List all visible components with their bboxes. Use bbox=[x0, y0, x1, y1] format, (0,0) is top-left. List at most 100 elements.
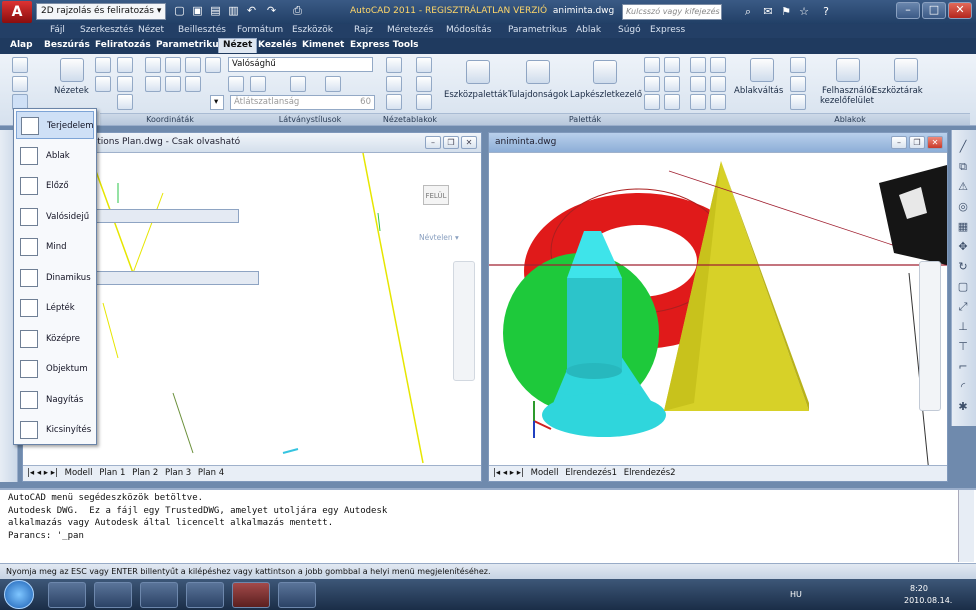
extend-icon[interactable]: ⊤ bbox=[956, 340, 970, 354]
tab-express-tools[interactable]: Express Tools bbox=[350, 40, 419, 50]
tab-modell-left[interactable]: Modell bbox=[65, 468, 93, 478]
ucs-icon[interactable] bbox=[95, 57, 111, 73]
tab-kezeles[interactable]: Kezelés bbox=[258, 40, 297, 50]
autocad-logo-icon[interactable]: A bbox=[2, 1, 32, 23]
clock-date[interactable]: 2010.08.14. bbox=[904, 596, 952, 605]
edge-icon[interactable] bbox=[228, 76, 244, 92]
navbar-right[interactable] bbox=[919, 261, 941, 411]
viewport-left-view-label[interactable]: Névtelen ▾ bbox=[419, 233, 459, 242]
zoom-dynamic-item[interactable]: Dinamikus bbox=[16, 264, 94, 292]
trim-icon[interactable]: ⊥ bbox=[956, 320, 970, 334]
ucs-3point-icon[interactable] bbox=[145, 76, 161, 92]
viewport-right[interactable]: animinta.dwg – ❐ ✕ |◂ ◂ ▸ ▸| Modell Elre… bbox=[488, 132, 948, 482]
start-button[interactable] bbox=[4, 580, 34, 609]
tile-v-icon[interactable] bbox=[790, 76, 806, 92]
exchange-icon[interactable]: ⚑ bbox=[778, 4, 794, 20]
viewcube-left[interactable]: FELÜL bbox=[409, 171, 463, 231]
viewport-right-minimize[interactable]: – bbox=[891, 136, 907, 149]
palette-i-icon[interactable] bbox=[644, 94, 660, 110]
palette-b-icon[interactable] bbox=[664, 57, 680, 73]
media-taskbar-icon[interactable] bbox=[140, 582, 178, 608]
viewport-join-icon[interactable] bbox=[386, 76, 402, 92]
visual-style-select[interactable]: Valósághű bbox=[228, 57, 373, 72]
tab-plan4[interactable]: Plan 4 bbox=[198, 468, 224, 478]
minimize-button[interactable]: – bbox=[896, 2, 920, 19]
communication-icon[interactable]: ✉ bbox=[760, 4, 776, 20]
menu-express[interactable]: Express bbox=[650, 25, 685, 35]
user-interface-label2[interactable]: kezelőfelület bbox=[820, 96, 874, 106]
viewport-left-minimize[interactable]: – bbox=[425, 136, 441, 149]
ucs-face-icon[interactable] bbox=[185, 57, 201, 73]
shadow-icon[interactable] bbox=[250, 76, 266, 92]
line-icon[interactable]: ╱ bbox=[956, 140, 970, 154]
tab-plan2[interactable]: Plan 2 bbox=[132, 468, 158, 478]
zoom-out-item[interactable]: Kicsinyítés bbox=[16, 416, 94, 444]
explode-icon[interactable]: ✱ bbox=[956, 400, 970, 414]
menu-nezet[interactable]: Nézet bbox=[138, 25, 164, 35]
palette-h-icon[interactable] bbox=[710, 76, 726, 92]
tile-h-icon[interactable] bbox=[790, 57, 806, 73]
menu-modositas[interactable]: Módosítás bbox=[446, 25, 491, 35]
menu-ablak[interactable]: Ablak bbox=[576, 25, 601, 35]
binoculars-icon[interactable]: ⌕ bbox=[740, 4, 756, 20]
palette-d-icon[interactable] bbox=[710, 57, 726, 73]
viewport-right-restore[interactable]: ❐ bbox=[909, 136, 925, 149]
palette-c-icon[interactable] bbox=[690, 57, 706, 73]
ucs-z-icon[interactable] bbox=[145, 57, 161, 73]
floating-toolbar-zoom[interactable] bbox=[83, 271, 259, 285]
navbar-left[interactable] bbox=[453, 261, 475, 381]
viewport-right-close[interactable]: ✕ bbox=[927, 136, 943, 149]
workspace-select[interactable]: 2D rajzolás és feliratozás ▾ bbox=[36, 3, 166, 20]
zoom-all-item[interactable]: Mind bbox=[16, 233, 94, 261]
save-icon[interactable]: ▤ bbox=[208, 3, 223, 19]
viewport-named-icon[interactable] bbox=[416, 57, 432, 73]
switch-windows-label[interactable]: Ablakváltás bbox=[734, 86, 783, 96]
floating-toolbar-1[interactable] bbox=[83, 209, 239, 223]
saveas-icon[interactable]: ▥ bbox=[226, 3, 241, 19]
tab-elrendezes1[interactable]: Elrendezés1 bbox=[565, 468, 617, 478]
viewport-left-restore[interactable]: ❐ bbox=[443, 136, 459, 149]
new-icon[interactable]: ▢ bbox=[172, 3, 187, 19]
tab-beszuras[interactable]: Beszúrás bbox=[44, 40, 90, 50]
zoom-extents-item[interactable]: Terjedelem bbox=[16, 111, 94, 139]
command-scrollbar[interactable] bbox=[958, 490, 974, 562]
properties-icon[interactable] bbox=[526, 60, 550, 84]
viewport-config-icon[interactable] bbox=[386, 57, 402, 73]
face-icon[interactable] bbox=[325, 76, 341, 92]
scale-icon[interactable]: ▢ bbox=[956, 280, 970, 294]
ie-taskbar-icon[interactable] bbox=[48, 582, 86, 608]
model-3d-canvas[interactable] bbox=[489, 153, 947, 465]
copy-icon[interactable]: ⧉ bbox=[956, 160, 970, 174]
viewport-left-close[interactable]: ✕ bbox=[461, 136, 477, 149]
zoom-object-item[interactable]: Objektum bbox=[16, 355, 94, 383]
orbit-icon[interactable] bbox=[12, 76, 28, 92]
fillet-icon[interactable]: ◜ bbox=[956, 380, 970, 394]
menu-eszkozok[interactable]: Eszközök bbox=[292, 25, 333, 35]
favorites-icon[interactable]: ☆ bbox=[796, 4, 812, 20]
palette-k-icon[interactable] bbox=[690, 94, 706, 110]
stretch-icon[interactable]: ⤢ bbox=[956, 300, 970, 314]
views-label[interactable]: Nézetek bbox=[54, 86, 89, 96]
tab-nav-arrows[interactable]: |◂ ◂ ▸ ▸| bbox=[27, 468, 58, 478]
tab-nav-arrows-right[interactable]: |◂ ◂ ▸ ▸| bbox=[493, 468, 524, 478]
array-icon[interactable]: ▦ bbox=[956, 220, 970, 234]
tab-modell-right[interactable]: Modell bbox=[531, 468, 559, 478]
user-interface-label[interactable]: Felhasználói bbox=[822, 86, 874, 96]
tool-palettes-icon[interactable] bbox=[466, 60, 490, 84]
close-button[interactable]: ✕ bbox=[948, 2, 972, 19]
switch-windows-icon[interactable] bbox=[750, 58, 774, 82]
tab-alap[interactable]: Alap bbox=[10, 40, 33, 50]
print-icon[interactable]: ⎙ bbox=[290, 3, 305, 19]
tab-nezet[interactable]: Nézet bbox=[218, 38, 258, 53]
tab-plan3[interactable]: Plan 3 bbox=[165, 468, 191, 478]
ucs-dropdown[interactable]: ▾ bbox=[210, 95, 224, 110]
toolbars-icon[interactable] bbox=[894, 58, 918, 82]
palette-a-icon[interactable] bbox=[644, 57, 660, 73]
explorer-taskbar-icon[interactable] bbox=[94, 582, 132, 608]
zoom-in-item[interactable]: Nagyítás bbox=[16, 386, 94, 414]
ucs-world-icon[interactable] bbox=[95, 76, 111, 92]
menu-szerkesztes[interactable]: Szerkesztés bbox=[80, 25, 133, 35]
color-icon[interactable] bbox=[290, 76, 306, 92]
redo-icon[interactable]: ↷ bbox=[264, 3, 279, 19]
viewport-clip-icon[interactable] bbox=[416, 76, 432, 92]
